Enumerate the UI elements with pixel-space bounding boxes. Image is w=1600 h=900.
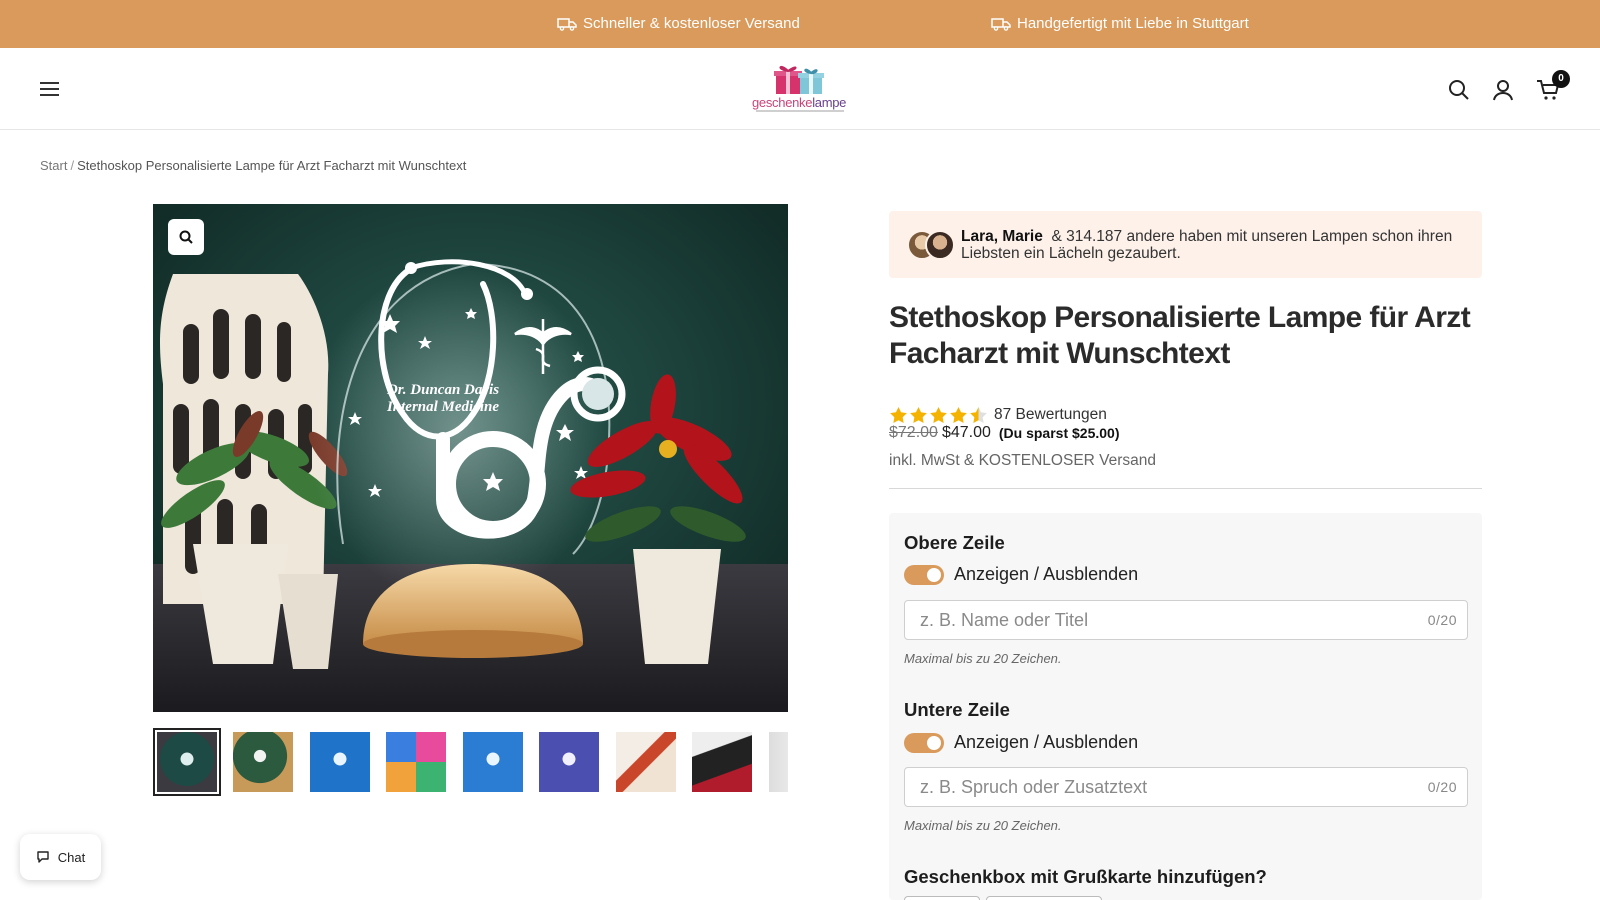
announcement-bar: Schneller & kostenloser Versand Handgefe…	[0, 0, 1600, 48]
bottom-line-label: Untere Zeile	[904, 699, 1010, 720]
social-proof-banner: Lara, Marie & 314.187 andere haben mit u…	[889, 211, 1482, 278]
divider	[889, 488, 1482, 489]
cart-count-badge: 0	[1552, 70, 1570, 88]
top-line-hint: Maximal bis zu 20 Zeichen.	[904, 651, 1062, 666]
giftbox-label: Geschenkbox mit Grußkarte hinzufügen?	[904, 866, 1267, 887]
sale-price: $47.00	[941, 424, 991, 441]
chat-label: Chat	[57, 849, 86, 865]
bottom-line-field: 0/20	[904, 767, 1468, 807]
top-line-field: 0/20	[904, 600, 1468, 640]
truck-icon	[557, 17, 577, 31]
lamp-engraving-line2: Internal Medicine	[386, 399, 499, 415]
announcement-text: Schneller & kostenloser Versand	[583, 15, 800, 32]
logo-wordmark: geschenkelampe	[752, 95, 847, 110]
thumbnail-8[interactable]	[692, 732, 752, 792]
social-proof-text: Lara, Marie & 314.187 andere haben mit u…	[961, 228, 1461, 262]
thumbnail-1[interactable]	[153, 728, 221, 796]
chat-bubble-icon	[37, 851, 49, 863]
truck-icon	[991, 17, 1011, 31]
savings-badge: (Du sparst $25.00)	[998, 425, 1120, 441]
bottom-line-hint: Maximal bis zu 20 Zeichen.	[904, 818, 1062, 833]
logo-tagline	[756, 110, 844, 112]
top-line-toggle-label: Anzeigen / Ausblenden	[954, 564, 1139, 584]
zoom-button[interactable]	[168, 219, 204, 255]
account-icon[interactable]	[1491, 78, 1515, 102]
thumbnail-6[interactable]	[539, 732, 599, 792]
zoom-icon	[179, 230, 193, 244]
avatar	[925, 230, 955, 260]
bottom-line-toggle[interactable]	[904, 732, 944, 753]
giftbox-choice[interactable]	[986, 896, 1102, 900]
breadcrumb: Start / Stethoskop Personalisierte Lampe f…	[40, 158, 466, 173]
announcement-text: Handgefertigt mit Liebe in Stuttgart	[1017, 15, 1249, 32]
bottom-line-input[interactable]	[905, 768, 1405, 806]
lamp-engraving-line1: Dr. Duncan Davis	[386, 382, 499, 398]
thumbnail-3[interactable]	[310, 732, 370, 792]
product-photo: Dr. Duncan Davis Internal Medicine	[153, 204, 788, 712]
announcement-item-handmade: Handgefertigt mit Liebe in Stuttgart	[991, 15, 1249, 32]
announcement-item-shipping: Schneller & kostenloser Versand	[557, 15, 800, 32]
customer-avatars	[907, 230, 957, 260]
price-block: $72.00 $47.00 (Du sparst $25.00)	[889, 422, 1119, 444]
giftbox-choices	[904, 896, 1204, 900]
bottom-line-toggle-label: Anzeigen / Ausblenden	[954, 732, 1139, 752]
top-line-input[interactable]	[905, 601, 1405, 639]
thumbnail-5[interactable]	[463, 732, 523, 792]
thumbnail-2[interactable]	[233, 732, 293, 792]
thumbnail-9[interactable]	[769, 732, 788, 792]
social-proof-names: Lara, Marie	[961, 228, 1043, 245]
bottom-line-toggle-row: Anzeigen / Ausblenden	[904, 732, 1138, 753]
chat-button[interactable]: Chat	[20, 834, 101, 880]
giftbox-choice[interactable]	[904, 896, 980, 900]
site-header: geschenkelampe 0	[0, 48, 1600, 130]
product-main-image[interactable]: Dr. Duncan Davis Internal Medicine	[153, 204, 788, 712]
top-line-toggle-row: Anzeigen / Ausblenden	[904, 564, 1138, 585]
gift-logo-icon	[774, 65, 824, 94]
tax-shipping-note: inkl. MwSt & KOSTENLOSER Versand	[889, 452, 1157, 469]
compare-price: $72.00	[889, 424, 938, 441]
thumbnail-strip	[153, 728, 788, 796]
search-icon[interactable]	[1447, 78, 1471, 102]
thumbnail-4[interactable]	[386, 732, 446, 792]
product-title: Stethoskop Personalisierte Lampe für Arz…	[889, 301, 1471, 370]
menu-icon[interactable]	[40, 82, 59, 96]
top-line-toggle[interactable]	[904, 564, 944, 585]
thumbnail-7[interactable]	[616, 732, 676, 792]
breadcrumb-separator: /	[70, 158, 75, 173]
breadcrumb-current: Stethoskop Personalisierte Lampe für Arz…	[77, 158, 467, 173]
logo[interactable]: geschenkelampe	[750, 62, 850, 114]
top-line-label: Obere Zeile	[904, 532, 1005, 553]
personalization-options: Obere Zeile Anzeigen / Ausblenden 0/20 M…	[889, 513, 1482, 900]
top-line-char-counter: 0/20	[1427, 612, 1457, 628]
breadcrumb-home-link[interactable]: Start	[40, 158, 67, 173]
bottom-line-char-counter: 0/20	[1427, 779, 1457, 795]
